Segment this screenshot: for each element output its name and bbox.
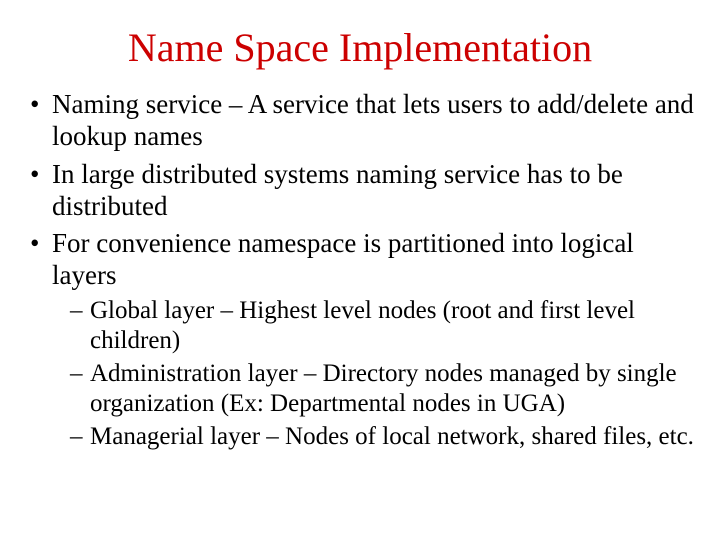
bullet-text: Naming service – A service that lets use… <box>52 89 694 151</box>
list-item: For convenience namespace is partitioned… <box>30 228 700 451</box>
bullet-text: For convenience namespace is partitioned… <box>52 228 634 290</box>
bullet-text: Administration layer – Directory nodes m… <box>90 360 677 417</box>
bullet-text: In large distributed systems naming serv… <box>52 159 623 221</box>
list-item: Naming service – A service that lets use… <box>30 89 700 153</box>
bullet-list: Naming service – A service that lets use… <box>20 89 700 452</box>
bullet-text: Managerial layer – Nodes of local networ… <box>90 423 694 450</box>
slide: Name Space Implementation Naming service… <box>0 0 720 540</box>
sub-bullet-list: Global layer – Highest level nodes (root… <box>52 296 700 452</box>
list-item: In large distributed systems naming serv… <box>30 159 700 223</box>
list-item: Managerial layer – Nodes of local networ… <box>70 422 700 452</box>
list-item: Administration layer – Directory nodes m… <box>70 359 700 418</box>
list-item: Global layer – Highest level nodes (root… <box>70 296 700 355</box>
bullet-text: Global layer – Highest level nodes (root… <box>90 297 635 354</box>
slide-title: Name Space Implementation <box>20 24 700 71</box>
